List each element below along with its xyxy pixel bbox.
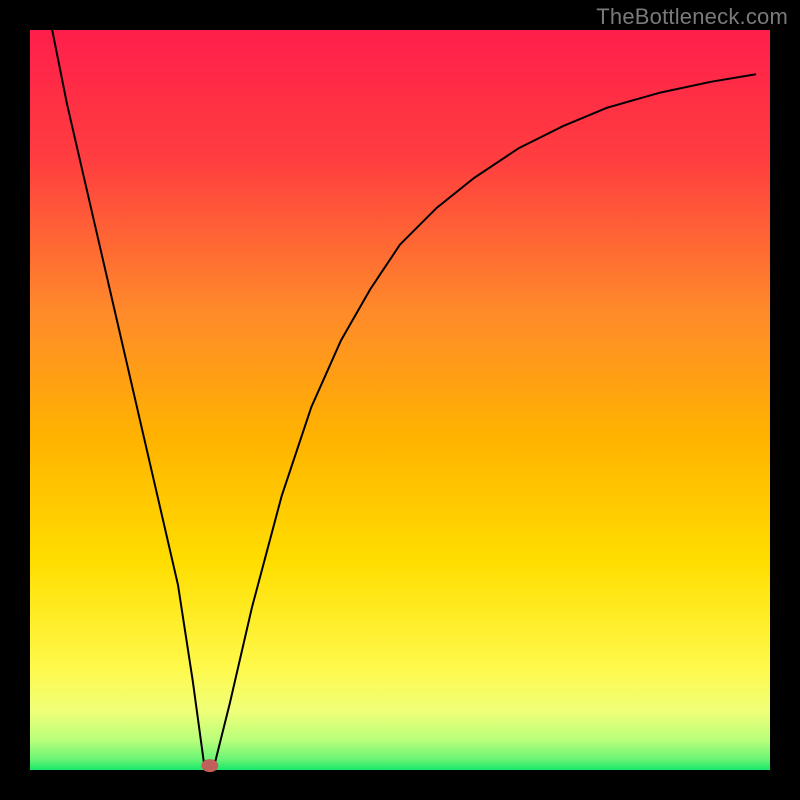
axis-left-bar	[0, 0, 30, 800]
axis-right-bar	[770, 0, 800, 800]
axis-bottom-bar	[0, 770, 800, 800]
chart-svg	[0, 0, 800, 800]
chart-container: { "watermark": "TheBottleneck.com", "cha…	[0, 0, 800, 800]
watermark-text: TheBottleneck.com	[596, 4, 788, 30]
selected-point-marker	[202, 760, 218, 772]
